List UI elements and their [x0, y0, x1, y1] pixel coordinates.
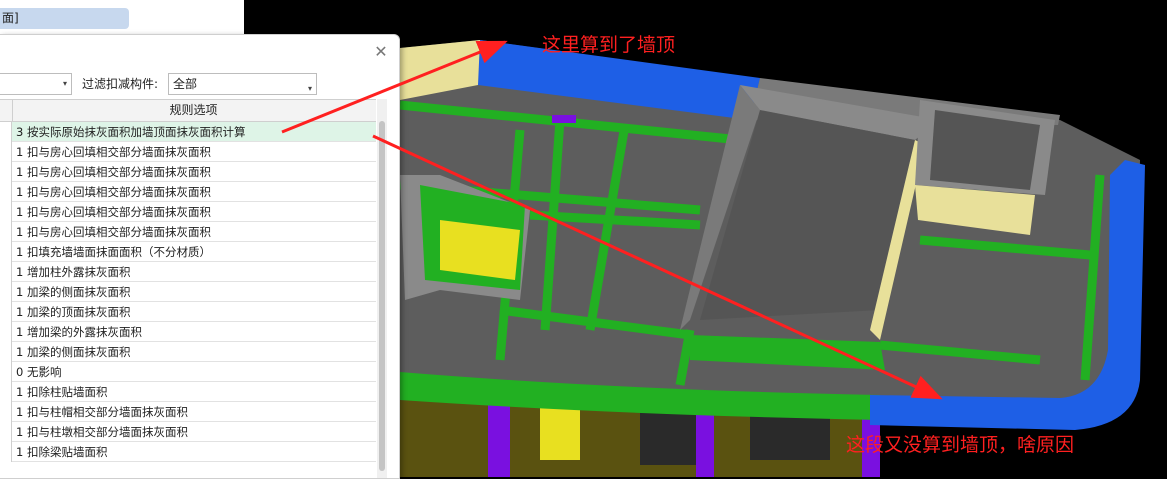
table-row[interactable]: 0 无影响	[0, 362, 376, 382]
header-stub	[0, 100, 13, 121]
table-row[interactable]: 1 扣与房心回填相交部分墙面抹灰面积	[0, 202, 376, 222]
row-stub	[0, 382, 12, 402]
chevron-down-icon: ▾	[307, 84, 312, 93]
table-row[interactable]: 1 加梁的侧面抹灰面积	[0, 342, 376, 362]
row-stub	[0, 422, 12, 442]
rule-option-cell[interactable]: 1 加梁的侧面抹灰面积	[16, 282, 130, 302]
category-combobox[interactable]: ▾	[0, 73, 72, 95]
scrollbar-thumb[interactable]	[379, 121, 385, 471]
table-row[interactable]: 1 加梁的顶面抹灰面积	[0, 302, 376, 322]
row-stub	[0, 222, 12, 242]
rule-option-cell[interactable]: 1 扣除梁贴墙面积	[16, 442, 107, 462]
row-stub	[0, 282, 12, 302]
calc-rules-dialog: ✕ ▾ 过滤扣减构件: 全部 ▾ 规则选项 3 按实际原始抹灰面积加墙顶面抹灰面…	[0, 34, 400, 479]
rules-table: 规则选项 3 按实际原始抹灰面积加墙顶面抹灰面积计算 1 扣与房心回填相交部分墙面…	[0, 99, 376, 479]
table-row[interactable]: 3 按实际原始抹灰面积加墙顶面抹灰面积计算	[0, 122, 376, 142]
table-header: 规则选项	[0, 100, 376, 122]
filter-value: 全部	[173, 77, 198, 91]
small-purple-block	[552, 115, 576, 123]
table-row[interactable]: 1 增加梁的外露抹灰面积	[0, 322, 376, 342]
rule-option-cell[interactable]: 1 扣填充墙墙面抹面面积（不分材质）	[16, 242, 211, 262]
annotation-text-top: 这里算到了墙顶	[542, 34, 676, 56]
rule-option-cell[interactable]: 1 扣与房心回填相交部分墙面抹灰面积	[16, 182, 211, 202]
column-purple-1	[488, 398, 510, 477]
row-stub	[0, 442, 12, 462]
row-stub	[0, 242, 12, 262]
row-stub	[0, 202, 12, 222]
row-stub	[0, 122, 12, 142]
table-row[interactable]: 1 扣与房心回填相交部分墙面抹灰面积	[0, 182, 376, 202]
chevron-down-icon: ▾	[62, 79, 67, 88]
rule-option-cell[interactable]: 0 无影响	[16, 362, 61, 382]
table-row[interactable]: 1 扣填充墙墙面抹面面积（不分材质）	[0, 242, 376, 262]
background-tab[interactable]: 面]	[0, 8, 129, 29]
rule-option-cell[interactable]: 1 增加梁的外露抹灰面积	[16, 322, 142, 342]
row-stub	[0, 262, 12, 282]
row-stub	[0, 322, 12, 342]
row-stub	[0, 342, 12, 362]
rule-option-cell[interactable]: 1 扣与房心回填相交部分墙面抹灰面积	[16, 142, 211, 162]
lower-opening-2	[750, 415, 830, 460]
vertical-scrollbar[interactable]	[377, 99, 387, 478]
table-row[interactable]: 1 扣与柱帽相交部分墙面抹灰面积	[0, 402, 376, 422]
rule-option-cell[interactable]: 1 加梁的侧面抹灰面积	[16, 342, 130, 362]
row-stub	[0, 362, 12, 382]
table-row[interactable]: 1 增加柱外露抹灰面积	[0, 262, 376, 282]
table-row[interactable]: 1 扣除柱贴墙面积	[0, 382, 376, 402]
rule-option-cell[interactable]: 1 加梁的顶面抹灰面积	[16, 302, 130, 322]
column-header-rule-options[interactable]: 规则选项	[13, 100, 374, 121]
rule-option-cell[interactable]: 1 扣与柱帽相交部分墙面抹灰面积	[16, 402, 188, 422]
table-row[interactable]: 1 加梁的侧面抹灰面积	[0, 282, 376, 302]
table-row[interactable]: 1 扣与柱墩相交部分墙面抹灰面积	[0, 422, 376, 442]
row-stub	[0, 302, 12, 322]
table-row[interactable]: 1 扣与房心回填相交部分墙面抹灰面积	[0, 162, 376, 182]
rule-option-cell[interactable]: 1 扣与柱墩相交部分墙面抹灰面积	[16, 422, 188, 442]
table-row[interactable]: 1 扣除梁贴墙面积	[0, 442, 376, 462]
rule-option-cell[interactable]: 1 扣与房心回填相交部分墙面抹灰面积	[16, 202, 211, 222]
table-row[interactable]: 1 扣与房心回填相交部分墙面抹灰面积	[0, 142, 376, 162]
table-row[interactable]: 1 扣与房心回填相交部分墙面抹灰面积	[0, 222, 376, 242]
rule-option-cell[interactable]: 1 扣与房心回填相交部分墙面抹灰面积	[16, 222, 211, 242]
rule-option-cell[interactable]: 1 扣与房心回填相交部分墙面抹灰面积	[16, 162, 211, 182]
close-button[interactable]: ✕	[372, 43, 390, 61]
row-stub	[0, 162, 12, 182]
row-stub	[0, 402, 12, 422]
row-stub	[0, 142, 12, 162]
filter-label: 过滤扣减构件:	[82, 77, 159, 91]
table-rows: 3 按实际原始抹灰面积加墙顶面抹灰面积计算 1 扣与房心回填相交部分墙面抹灰面积 1…	[0, 122, 376, 462]
rule-option-cell[interactable]: 1 扣除柱贴墙面积	[16, 382, 107, 402]
rule-option-cell[interactable]: 3 按实际原始抹灰面积加墙顶面抹灰面积计算	[16, 122, 245, 142]
left-well-yellow	[440, 220, 520, 280]
annotation-text-bottom: 这段又没算到墙顶，啥原因	[846, 434, 1075, 456]
row-stub	[0, 182, 12, 202]
rule-option-cell[interactable]: 1 增加柱外露抹灰面积	[16, 262, 130, 282]
filter-combobox[interactable]: 全部 ▾	[168, 73, 317, 95]
background-panel: 面]	[0, 0, 245, 34]
